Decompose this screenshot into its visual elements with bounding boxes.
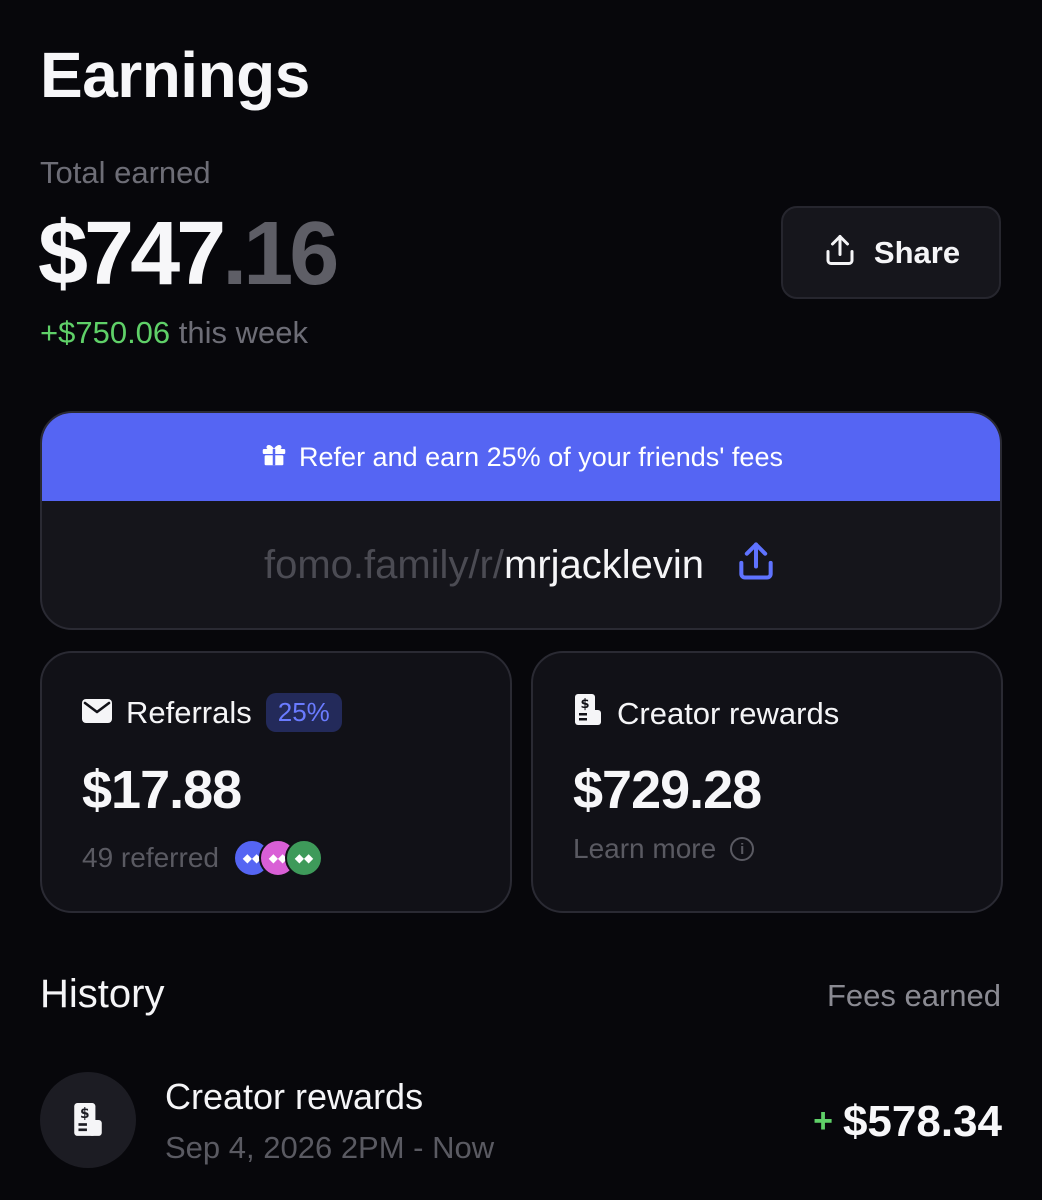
referral-link-handle: mrjacklevin xyxy=(504,543,705,587)
history-row-value: $578.34 xyxy=(842,1097,1002,1146)
referrals-value: $17.88 xyxy=(82,760,242,820)
referral-link-row[interactable]: fomo.family/r/mrjacklevin xyxy=(42,501,1000,628)
weekly-change: +$750.06 this week xyxy=(40,315,308,351)
creator-rewards-header: $ Creator rewards xyxy=(573,693,839,735)
svg-text:$: $ xyxy=(80,1106,90,1122)
share-link-icon[interactable] xyxy=(734,539,778,593)
referral-banner: Refer and earn 25% of your friends' fees xyxy=(42,413,1000,501)
total-amount-whole: $747 xyxy=(38,204,226,304)
referral-link-prefix: fomo.family/r/ xyxy=(263,543,504,587)
referrals-card[interactable]: Referrals 25% $17.88 49 referred ◆◆ ◆◆ ◆… xyxy=(40,651,512,913)
total-amount-cents: .16 xyxy=(222,204,339,304)
creator-rewards-value: $729.28 xyxy=(573,760,762,820)
history-row-sign: + xyxy=(813,1102,833,1140)
referrals-rate-badge: 25% xyxy=(265,693,342,732)
share-icon xyxy=(822,232,858,273)
share-button[interactable]: Share xyxy=(781,206,1001,299)
gift-icon xyxy=(259,439,289,476)
referred-avatars: ◆◆ ◆◆ ◆◆ xyxy=(232,839,323,877)
referrals-footer: 49 referred ◆◆ ◆◆ ◆◆ xyxy=(82,839,323,877)
referral-banner-text: Refer and earn 25% of your friends' fees xyxy=(299,441,783,472)
info-icon: i xyxy=(730,837,755,861)
earnings-page: Earnings Total earned $747.16 +$750.06 t… xyxy=(0,0,1042,1200)
page-title: Earnings xyxy=(40,39,310,111)
total-earned-label: Total earned xyxy=(40,155,211,190)
history-row[interactable]: $ Creator rewards Sep 4, 2026 2PM - Now … xyxy=(40,1072,1002,1172)
history-title: History xyxy=(40,972,165,1016)
referrals-header: Referrals 25% xyxy=(82,693,342,732)
receipt-icon: $ xyxy=(40,1072,136,1168)
envelope-icon xyxy=(82,695,112,731)
referred-count: 49 referred xyxy=(82,842,219,873)
total-earned-amount: $747.16 xyxy=(38,204,339,304)
history-column-label: Fees earned xyxy=(826,978,1001,1013)
history-row-date: Sep 4, 2026 2PM - Now xyxy=(165,1130,495,1165)
weekly-gain: +$750.06 xyxy=(40,315,171,350)
learn-more-link[interactable]: Learn more i xyxy=(573,833,755,865)
learn-more-label: Learn more xyxy=(573,833,717,864)
history-row-amount: + $578.34 xyxy=(813,1097,1002,1147)
share-button-label: Share xyxy=(873,234,961,270)
referral-card: Refer and earn 25% of your friends' fees… xyxy=(40,411,1002,630)
creator-rewards-card[interactable]: $ Creator rewards $729.28 Learn more i xyxy=(531,651,1003,913)
receipt-icon: $ xyxy=(573,693,603,735)
avatar: ◆◆ xyxy=(284,839,323,877)
referrals-label: Referrals xyxy=(126,694,252,730)
creator-rewards-label: Creator rewards xyxy=(617,696,840,731)
svg-text:$: $ xyxy=(580,697,589,712)
referral-link[interactable]: fomo.family/r/mrjacklevin xyxy=(264,543,704,588)
history-row-name: Creator rewards xyxy=(165,1076,424,1117)
weekly-gain-suffix: this week xyxy=(170,315,309,350)
